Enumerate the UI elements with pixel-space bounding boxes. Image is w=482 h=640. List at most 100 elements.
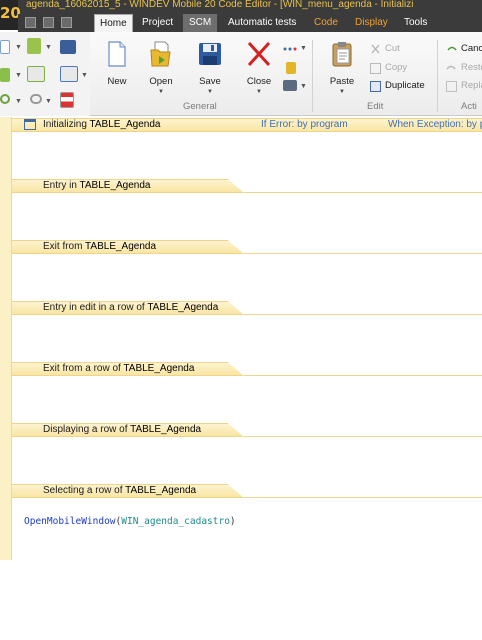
- group-edit-label: Edit: [367, 101, 384, 112]
- restore-label: Resto: [461, 62, 482, 73]
- layout-icon[interactable]: [61, 17, 72, 28]
- cancel-button[interactable]: Canc: [446, 41, 482, 57]
- section-title: Exit from a row of TABLE_Agenda: [43, 363, 195, 374]
- new-document-icon: [104, 40, 130, 68]
- tab-scm[interactable]: SCM: [183, 14, 218, 32]
- when-exception-link[interactable]: When Exception: by p: [388, 119, 482, 130]
- section-exit-row[interactable]: Exit from a row of TABLE_Agenda: [12, 362, 482, 380]
- replace-button[interactable]: Repla: [446, 78, 482, 94]
- chevron-down-icon[interactable]: ▼: [45, 98, 52, 105]
- duplicate-icon: [370, 81, 381, 92]
- paste-button-label: Paste: [329, 76, 355, 87]
- section-entry[interactable]: Entry in TABLE_Agenda: [12, 179, 482, 197]
- chevron-down-icon[interactable]: ▼: [191, 89, 229, 95]
- page-icon[interactable]: [0, 40, 10, 54]
- tab-project[interactable]: Project: [142, 14, 173, 32]
- section-title: Entry in TABLE_Agenda: [43, 180, 151, 191]
- section-divider: [244, 497, 482, 498]
- windev-logo: 20: [0, 0, 21, 30]
- section-title: Entry in edit in a row of TABLE_Agenda: [43, 302, 219, 313]
- title-bar: agenda_16062015_5 - WINDEV Mobile 20 Cod…: [0, 0, 482, 14]
- save-all-icon[interactable]: [60, 40, 76, 54]
- tab-tools[interactable]: Tools: [404, 14, 427, 32]
- copy-label: Copy: [385, 62, 408, 73]
- tab-display[interactable]: Display: [355, 14, 388, 32]
- code-line[interactable]: OpenMobileWindow(WIN_agenda_cadastro): [24, 516, 236, 527]
- chevron-down-icon[interactable]: ▼: [15, 44, 22, 51]
- android-page-icon[interactable]: [27, 38, 41, 54]
- duplicate-button[interactable]: Duplicate: [370, 78, 425, 94]
- cut-label: Cut: [385, 43, 400, 54]
- section-title: Displaying a row of TABLE_Agenda: [43, 424, 202, 435]
- replace-label: Repla: [461, 80, 482, 91]
- section-title: Selecting a row of TABLE_Agenda: [43, 485, 197, 496]
- if-error-link[interactable]: If Error: by program: [261, 119, 348, 130]
- window-title: agenda_16062015_5 - WINDEV Mobile 20 Cod…: [26, 0, 414, 10]
- grid-icon[interactable]: [25, 17, 36, 28]
- scissors-icon: [370, 44, 381, 55]
- editor-margin: [0, 117, 12, 560]
- code-editor[interactable]: Initializing TABLE_Agenda If Error: by p…: [0, 117, 482, 560]
- quick-access-bar: [18, 14, 90, 32]
- folder-icon[interactable]: [286, 62, 296, 74]
- redo-icon[interactable]: [30, 94, 42, 104]
- chevron-down-icon[interactable]: ▼: [15, 72, 22, 79]
- copy-button[interactable]: Copy: [370, 60, 407, 76]
- open-folder-icon: [148, 40, 174, 68]
- printer-icon[interactable]: [283, 80, 297, 91]
- section-entry-edit-row[interactable]: Entry in edit in a row of TABLE_Agenda: [12, 301, 482, 319]
- go-green-icon[interactable]: [27, 66, 45, 82]
- paste-button[interactable]: Paste ▼: [323, 40, 361, 95]
- code-paren: ): [229, 516, 236, 527]
- window-icon[interactable]: [43, 17, 54, 28]
- clipboard-icon: [329, 40, 355, 68]
- android-icon[interactable]: [0, 68, 10, 82]
- tab-home[interactable]: Home: [94, 14, 133, 32]
- tab-code[interactable]: Code: [314, 14, 338, 32]
- group-separator: [437, 40, 438, 112]
- tab-automatic-tests[interactable]: Automatic tests: [228, 14, 296, 32]
- section-title: Initializing TABLE_Agenda: [43, 119, 161, 130]
- redo-arrow-icon: [446, 63, 457, 74]
- chevron-down-icon[interactable]: ▼: [45, 44, 52, 51]
- replace-icon: [446, 81, 457, 92]
- group-general-label: General: [183, 101, 217, 112]
- chevron-down-icon[interactable]: ▼: [300, 45, 307, 52]
- section-displaying-row[interactable]: Displaying a row of TABLE_Agenda: [12, 423, 482, 441]
- section-divider: [244, 436, 482, 437]
- restore-button[interactable]: Resto: [446, 60, 482, 76]
- section-exit[interactable]: Exit from TABLE_Agenda: [12, 240, 482, 258]
- left-toolbar: ▼ ▼ ▼ ▼ ▼ ▼: [0, 32, 90, 116]
- section-selecting-row[interactable]: Selecting a row of TABLE_Agenda: [12, 484, 482, 502]
- chevron-down-icon[interactable]: ▼: [81, 72, 88, 79]
- undo-arrow-icon: [446, 44, 457, 55]
- section-divider: [244, 253, 482, 254]
- section-title: Exit from TABLE_Agenda: [43, 241, 157, 252]
- tree-icon[interactable]: [60, 92, 74, 108]
- close-button[interactable]: Close ▼: [240, 40, 278, 95]
- open-button[interactable]: Open ▼: [142, 40, 180, 95]
- undo-icon[interactable]: [0, 94, 10, 104]
- chevron-down-icon[interactable]: ▼: [323, 89, 361, 95]
- go-blue-icon[interactable]: [60, 66, 78, 82]
- cut-button[interactable]: Cut: [370, 41, 400, 57]
- cancel-label: Canc: [461, 43, 482, 54]
- close-button-label: Close: [246, 76, 272, 87]
- ribbon-tabs: Home Project SCM Automatic tests Code Di…: [90, 14, 482, 32]
- chevron-down-icon[interactable]: ▼: [240, 89, 278, 95]
- open-button-label: Open: [149, 76, 173, 87]
- group-separator: [312, 40, 313, 112]
- section-initializing[interactable]: Initializing TABLE_Agenda If Error: by p…: [12, 118, 482, 136]
- save-floppy-icon: [197, 40, 223, 68]
- chevron-down-icon[interactable]: ▼: [15, 98, 22, 105]
- chevron-down-icon[interactable]: ▼: [300, 83, 307, 90]
- new-button-label: New: [107, 76, 127, 87]
- new-button[interactable]: New: [98, 40, 136, 87]
- table-icon: [24, 119, 36, 130]
- code-argument: WIN_agenda_cadastro: [121, 516, 230, 527]
- dots-icon[interactable]: [283, 45, 297, 53]
- group-actions-label: Acti: [461, 101, 477, 112]
- save-button[interactable]: Save ▼: [191, 40, 229, 95]
- code-function: OpenMobileWindow: [24, 516, 116, 527]
- chevron-down-icon[interactable]: ▼: [142, 89, 180, 95]
